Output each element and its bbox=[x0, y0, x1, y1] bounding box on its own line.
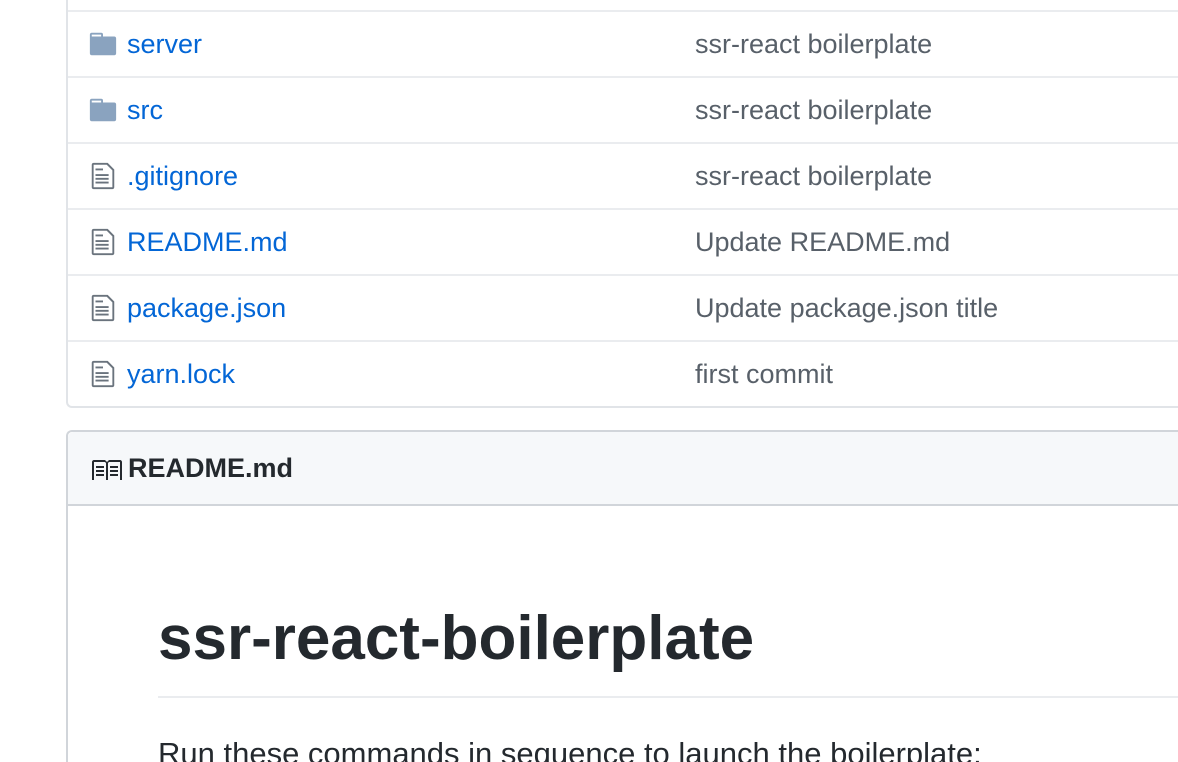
readme-intro-text: Run these commands in sequence to launch… bbox=[158, 736, 982, 762]
file-icon bbox=[91, 360, 115, 388]
file-name-link[interactable]: README.md bbox=[127, 224, 288, 260]
commit-message-link[interactable]: Update README.md bbox=[695, 224, 950, 260]
commit-message-link[interactable]: Update package.json title bbox=[695, 290, 998, 326]
file-row-package-json[interactable]: package.json Update package.json title bbox=[68, 274, 1178, 340]
readme-file-title: README.md bbox=[128, 453, 294, 483]
commit-message-link[interactable]: first commit bbox=[695, 356, 833, 392]
file-icon bbox=[91, 162, 115, 190]
file-list: server ssr-react boilerplate src ssr-rea… bbox=[66, 0, 1178, 408]
readme-panel: README.md ssr-react-boilerplate Run thes… bbox=[66, 430, 1178, 762]
repository-page: server ssr-react boilerplate src ssr-rea… bbox=[0, 0, 1178, 762]
file-icon bbox=[91, 294, 115, 322]
file-row-gitignore[interactable]: .gitignore ssr-react boilerplate bbox=[68, 142, 1178, 208]
commit-message-link[interactable]: ssr-react boilerplate bbox=[695, 26, 932, 62]
file-name-link[interactable]: src bbox=[127, 92, 163, 128]
file-row-yarn-lock[interactable]: yarn.lock first commit bbox=[68, 340, 1178, 406]
folder-icon bbox=[89, 98, 117, 122]
book-icon bbox=[92, 460, 122, 480]
heading-divider bbox=[158, 696, 1178, 698]
file-name-link[interactable]: package.json bbox=[127, 290, 286, 326]
file-row-server[interactable]: server ssr-react boilerplate bbox=[68, 10, 1178, 76]
commit-message-link[interactable]: ssr-react boilerplate bbox=[695, 158, 932, 194]
file-name-link[interactable]: server bbox=[127, 26, 202, 62]
commit-message-link[interactable]: ssr-react boilerplate bbox=[695, 92, 932, 128]
file-icon bbox=[91, 228, 115, 256]
file-row-src[interactable]: src ssr-react boilerplate bbox=[68, 76, 1178, 142]
file-name-link[interactable]: yarn.lock bbox=[127, 356, 235, 392]
folder-icon bbox=[89, 32, 117, 56]
readme-header: README.md bbox=[68, 432, 1178, 506]
file-name-link[interactable]: .gitignore bbox=[127, 158, 238, 194]
readme-heading: ssr-react-boilerplate bbox=[158, 604, 755, 673]
file-row-readme[interactable]: README.md Update README.md bbox=[68, 208, 1178, 274]
